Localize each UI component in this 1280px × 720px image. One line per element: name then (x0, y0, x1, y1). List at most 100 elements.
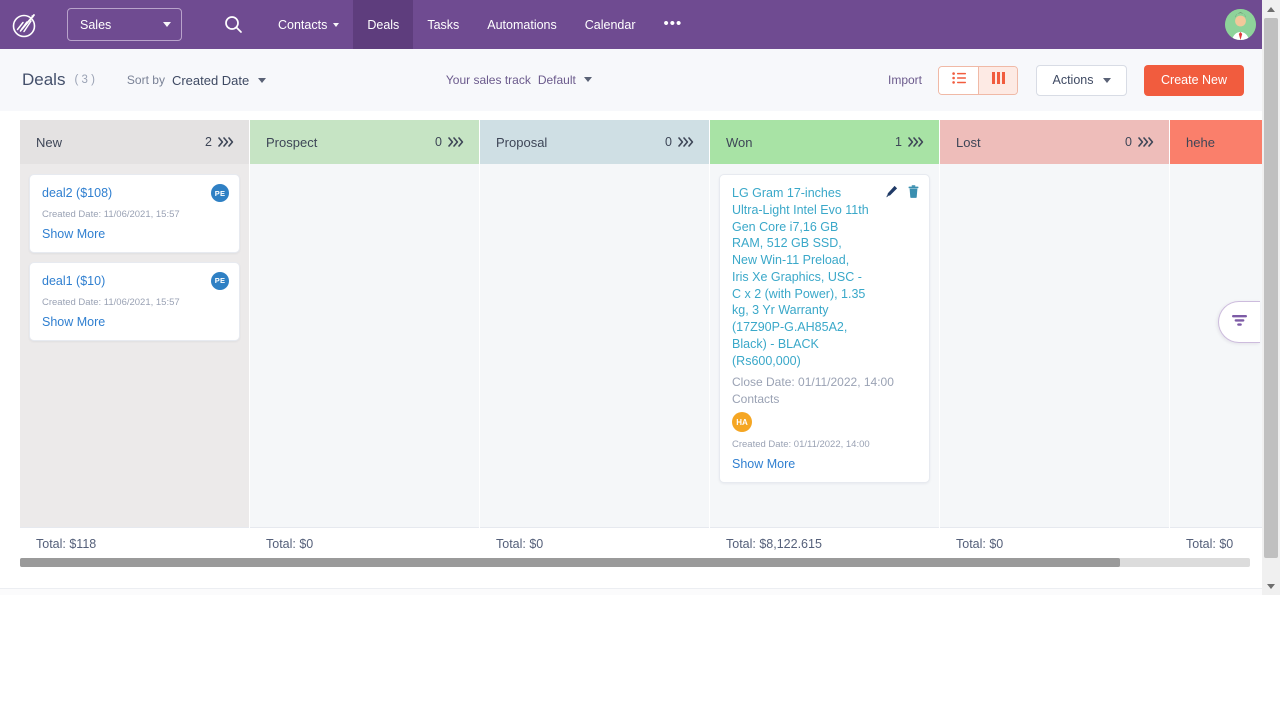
top-navigation-bar: Sales Contacts Deals Tasks Automations C… (0, 0, 1280, 49)
sort-by-dropdown[interactable]: Created Date (172, 73, 266, 88)
column-header[interactable]: New 2 (20, 120, 249, 164)
show-more-link[interactable]: Show More (732, 457, 917, 471)
nav-item-tasks[interactable]: Tasks (413, 0, 473, 49)
scroll-up-arrow-icon[interactable] (1262, 0, 1280, 18)
deal-card-title[interactable]: deal1 ($10) (42, 273, 227, 290)
page-vertical-scrollbar-thumb[interactable] (1264, 18, 1278, 558)
contact-avatar[interactable]: HA (732, 412, 752, 433)
edit-pencil-icon[interactable] (885, 185, 898, 203)
delete-trash-icon[interactable] (908, 185, 919, 203)
board-column-won: Won 1 LG Gram 17-inches Ultra-Light Intel … (710, 120, 939, 560)
board-horizontal-scrollbar[interactable] (20, 558, 1250, 567)
list-view-button[interactable] (939, 66, 978, 94)
deal-owner-avatar[interactable]: PE (211, 184, 229, 202)
board-view-icon (991, 71, 1005, 89)
deal-card-title[interactable]: deal2 ($108) (42, 185, 227, 202)
triple-chevron-right-icon[interactable] (908, 135, 925, 150)
board-view-button[interactable] (978, 66, 1017, 94)
deal-created-date: Created Date: 11/06/2021, 15:57 (42, 208, 180, 220)
deal-card[interactable]: LG Gram 17-inches Ultra-Light Intel Evo … (719, 174, 930, 484)
triple-chevron-right-icon[interactable] (448, 135, 465, 150)
column-total: Total: $0 (250, 527, 479, 560)
deal-owner-avatar[interactable]: PE (211, 271, 229, 290)
deals-board-page: Sales Contacts Deals Tasks Automations C… (0, 0, 1280, 720)
sales-track-selector[interactable]: Sales (67, 8, 182, 41)
column-name: Lost (956, 134, 981, 150)
column-name: hehe (1186, 134, 1215, 150)
column-header-right: 0 (665, 135, 695, 150)
actions-button[interactable]: Actions (1036, 64, 1127, 96)
board-columns: New 2 deal2 ($108) Created Date: 11/06/2021… (20, 120, 1280, 560)
create-new-button[interactable]: Create New (1144, 64, 1244, 96)
app-logo[interactable] (0, 0, 50, 49)
column-card-list (940, 164, 1169, 527)
nav-item-calendar-label: Calendar (584, 17, 636, 32)
column-header-right: 1 (895, 135, 925, 150)
sort-by-label: Sort by (126, 73, 165, 87)
show-more-link[interactable]: Show More (42, 227, 227, 241)
list-view-icon (951, 71, 966, 89)
column-name: Prospect (266, 134, 318, 150)
triple-chevron-right-icon[interactable] (678, 135, 695, 150)
column-card-list: LG Gram 17-inches Ultra-Light Intel Evo … (710, 164, 939, 527)
show-more-link[interactable]: Show More (42, 315, 227, 329)
column-count: 0 (1125, 135, 1132, 149)
chevron-down-icon (163, 22, 171, 27)
column-name: Won (726, 134, 753, 150)
deals-board: New 2 deal2 ($108) Created Date: 11/06/2021… (0, 111, 1280, 560)
page-vertical-scrollbar[interactable] (1262, 0, 1280, 595)
board-column-new: New 2 deal2 ($108) Created Date: 11/06/2021… (20, 120, 249, 560)
deal-card[interactable]: deal2 ($108) Created Date: 11/06/2021, 15… (29, 174, 240, 253)
sales-track-selector-label: Sales (80, 17, 112, 32)
deal-card-title[interactable]: LG Gram 17-inches Ultra-Light Intel Evo … (732, 185, 917, 369)
column-total: Total: $0 (940, 527, 1169, 560)
column-count: 2 (205, 135, 212, 149)
import-link[interactable]: Import (888, 73, 922, 87)
search-icon[interactable] (216, 8, 250, 42)
deal-card-tools (885, 185, 919, 203)
chevron-down-icon (1102, 77, 1111, 83)
scroll-down-arrow-icon[interactable] (1262, 577, 1280, 595)
sales-track-dropdown[interactable]: Default (538, 73, 593, 87)
triple-chevron-right-icon[interactable] (218, 135, 235, 150)
deal-contacts-label: Contacts (732, 392, 780, 407)
nav-item-contacts[interactable]: Contacts (264, 0, 353, 49)
deal-close-date: Close Date: 01/11/2022, 14:00 (732, 375, 894, 390)
board-column-prospect: Prospect 0 Total: $0 (250, 120, 479, 560)
column-total: Total: $118 (20, 527, 249, 560)
column-header[interactable]: Lost 0 (940, 120, 1169, 164)
filter-funnel-icon (1231, 313, 1248, 332)
column-header[interactable]: Proposal 0 (480, 120, 709, 164)
filter-button[interactable] (1218, 301, 1260, 343)
nav-overflow-menu-icon[interactable]: ••• (649, 0, 696, 49)
column-card-list (480, 164, 709, 527)
triple-chevron-right-icon[interactable] (1138, 135, 1155, 150)
nav-item-deals[interactable]: Deals (353, 0, 414, 49)
column-header[interactable]: Prospect 0 (250, 120, 479, 164)
column-name: Proposal (496, 134, 548, 150)
column-header[interactable]: Won 1 (710, 120, 939, 164)
column-total: Total: $8,122.615 (710, 527, 939, 560)
nav-item-contacts-label: Contacts (278, 17, 328, 32)
column-count: 0 (435, 135, 442, 149)
column-header-right: 0 (435, 135, 465, 150)
nav-item-tasks-label: Tasks (427, 17, 460, 32)
deal-created-date: Created Date: 01/11/2022, 14:00 (732, 439, 870, 451)
board-horizontal-scrollbar-thumb[interactable] (20, 558, 1120, 567)
nav-item-automations-label: Automations (487, 17, 557, 32)
board-column-lost: Lost 0 Total: $0 (940, 120, 1169, 560)
column-header-right: 0 (1125, 135, 1155, 150)
column-card-list: deal2 ($108) Created Date: 11/06/2021, 15… (20, 164, 249, 527)
column-count: 1 (895, 135, 902, 149)
user-avatar[interactable] (1225, 9, 1256, 40)
column-name: New (36, 134, 63, 150)
column-card-list (250, 164, 479, 527)
page-title: Deals (22, 70, 66, 89)
page-toolbar: Deals ( 3 ) Sort by Created Date Your sa… (0, 49, 1262, 111)
column-total: Total: $0 (480, 527, 709, 560)
nav-item-automations[interactable]: Automations (473, 0, 570, 49)
sales-track-label: Your sales track (445, 73, 531, 87)
nav-item-calendar[interactable]: Calendar (571, 0, 650, 49)
deal-card[interactable]: deal1 ($10) Created Date: 11/06/2021, 15:… (29, 261, 240, 341)
board-column-proposal: Proposal 0 Total: $0 (480, 120, 709, 560)
